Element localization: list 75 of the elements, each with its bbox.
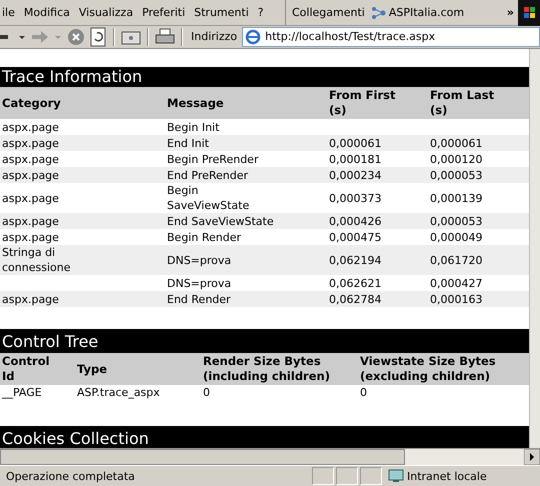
table-cell: 0,000163 — [430, 292, 482, 307]
table-cell: 0 — [203, 386, 210, 399]
table-cell: End Render — [167, 292, 231, 307]
menu-item[interactable]: Modifica — [22, 6, 77, 19]
section-heading: Cookies Collection — [0, 426, 529, 448]
more-links-button[interactable]: » — [506, 6, 518, 19]
column-header: Message — [167, 96, 224, 111]
table-cell: 0,062621 — [329, 276, 382, 291]
section-heading: Trace Information — [0, 66, 529, 87]
section-heading: Control Tree — [0, 328, 529, 353]
table-cell: 0,000373 — [329, 190, 382, 206]
column-header: Category — [2, 96, 61, 111]
column-header: From Last (s) — [430, 88, 496, 118]
table-cell: 0,000427 — [430, 276, 482, 291]
table-cell: 0,000139 — [430, 190, 482, 206]
table-cell: 0,000426 — [329, 214, 382, 229]
table-cell: aspx.page — [2, 136, 59, 151]
horizontal-scrollbar[interactable] — [0, 448, 540, 466]
menu-item[interactable]: Strumenti — [192, 6, 256, 19]
table-cell: 0,062194 — [329, 252, 382, 268]
table-cell: __PAGE — [2, 386, 42, 399]
table-cell: Begin PreRender — [167, 152, 258, 167]
status-text: Operazione completata — [5, 470, 136, 483]
computer-icon — [388, 469, 404, 484]
table-cell: 0,061720 — [430, 252, 482, 268]
table-cell: 0,062784 — [329, 292, 382, 307]
status-pane — [360, 467, 382, 486]
table-cell: aspx.page — [2, 152, 59, 167]
table-cell: 0,000049 — [430, 230, 482, 245]
links-label: Collegamenti — [292, 6, 365, 19]
table-cell: 0,000475 — [329, 230, 382, 245]
table-cell: 0,000053 — [430, 168, 482, 183]
table-cell: 0,000053 — [430, 214, 482, 229]
column-header: Render Size Bytes (including children) — [203, 354, 331, 384]
column-header: Type — [77, 362, 108, 377]
menu-item[interactable]: ile — [0, 6, 22, 19]
menu-item[interactable]: Visualizza — [76, 6, 140, 19]
address-label: Indirizzo — [190, 30, 238, 44]
menu-item[interactable]: Preferiti — [140, 6, 192, 19]
vertical-scrollbar[interactable] — [529, 48, 540, 448]
table-cell: aspx.page — [2, 168, 59, 183]
scroll-right-icon[interactable] — [524, 449, 540, 466]
print-icon[interactable] — [155, 28, 175, 46]
table-cell: 0,000061 — [329, 136, 382, 151]
address-field[interactable]: http://localhost/Test/trace.aspx — [242, 26, 540, 47]
table-cell: DNS=prova — [167, 252, 232, 268]
table-cell: 0,000181 — [329, 152, 382, 167]
table-cell: 0,000061 — [430, 136, 482, 151]
link[interactable]: ASPItalia.com — [370, 6, 464, 20]
windows-logo-icon — [518, 0, 540, 26]
status-pane — [312, 467, 334, 486]
table-cell: 0,000234 — [329, 168, 382, 183]
table-cell: aspx.page — [2, 214, 59, 229]
table-cell: aspx.page — [2, 230, 59, 245]
network-icon — [370, 6, 387, 20]
table-cell: End Init — [167, 136, 209, 151]
column-header: Control Id — [2, 354, 51, 384]
table-cell-text: Begin SaveViewState — [167, 182, 250, 213]
table-cell-text: Stringa di connessione — [2, 244, 72, 275]
table-cell: Begin Init — [167, 120, 220, 135]
column-header: From First (s) — [329, 88, 396, 118]
table-cell: aspx.page — [2, 120, 59, 135]
table-cell: aspx.page — [2, 292, 59, 307]
zone-text: Intranet locale — [407, 470, 487, 483]
table-cell: End SaveViewState — [167, 214, 274, 229]
table-cell: 0 — [360, 386, 367, 399]
column-header: Viewstate Size Bytes (excluding children) — [360, 354, 497, 384]
table-cell: DNS=prova — [167, 276, 232, 291]
table-cell: End PreRender — [167, 168, 248, 183]
menu-item[interactable]: ? — [256, 6, 271, 19]
status-pane — [336, 467, 358, 486]
table-cell: 0,000120 — [430, 152, 482, 167]
table-cell: ASP.trace_aspx — [77, 386, 160, 399]
table-cell: aspx.page — [2, 190, 59, 206]
table-cell: Begin Render — [167, 230, 241, 245]
